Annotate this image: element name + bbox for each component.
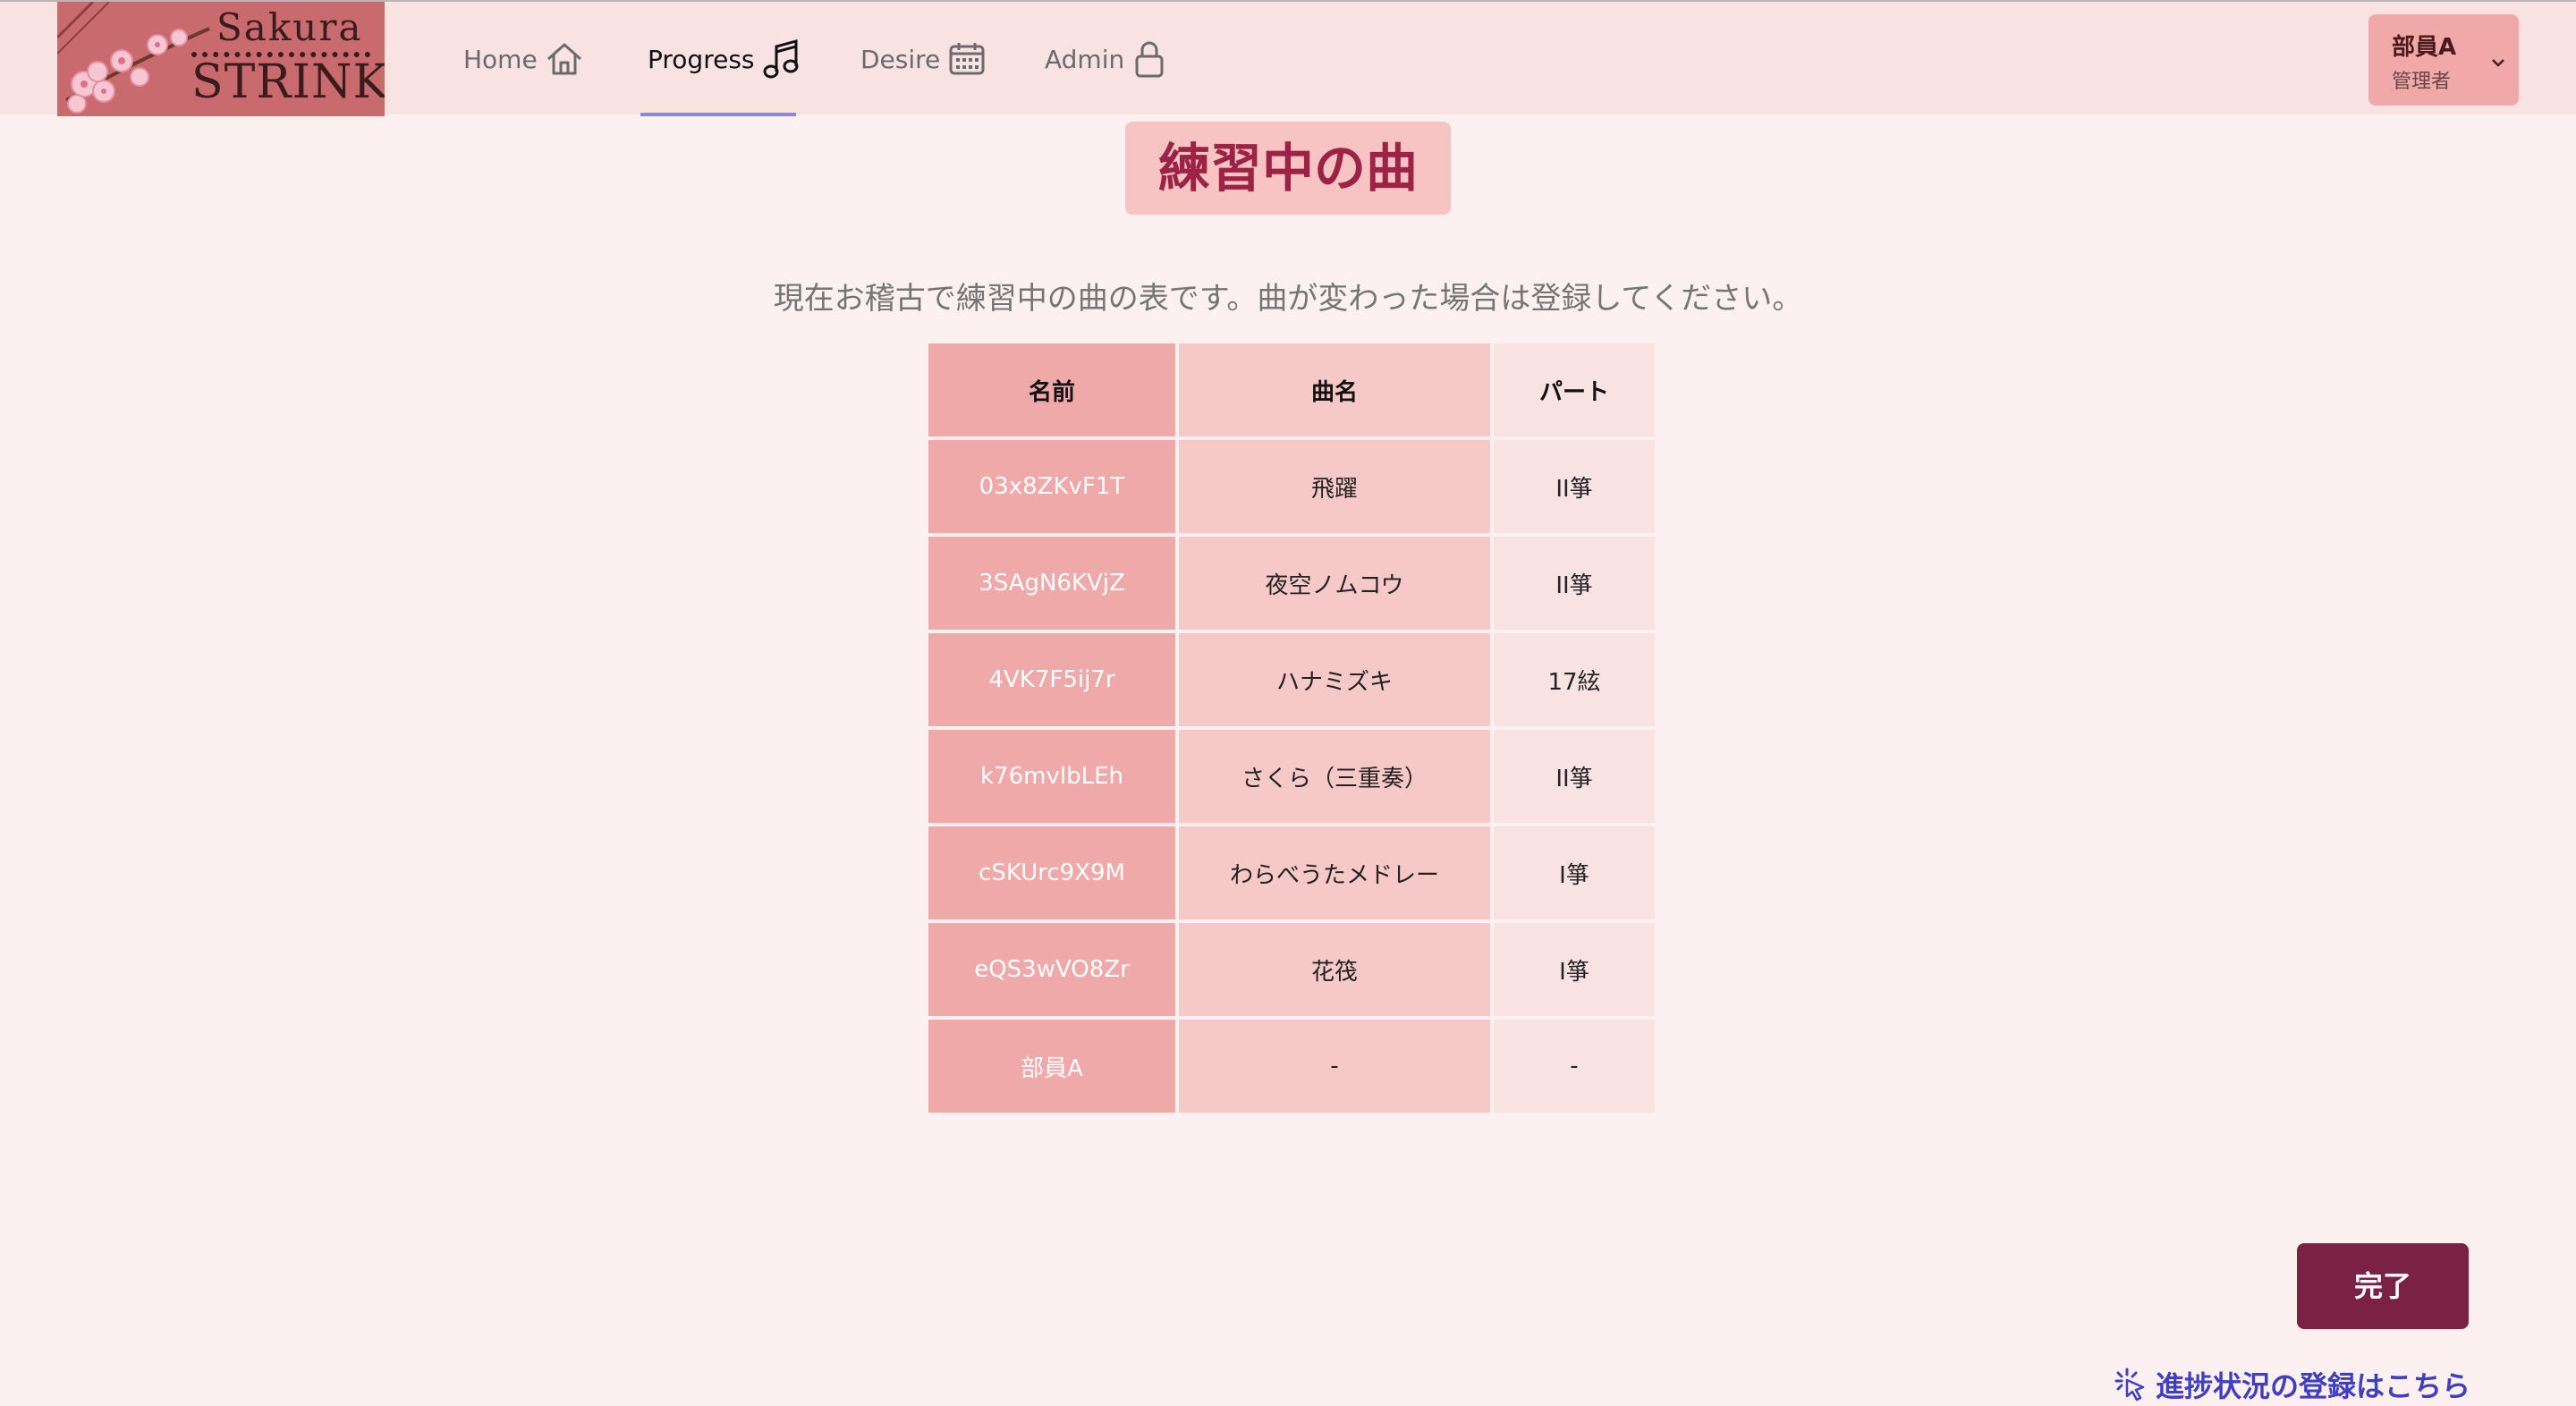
top-navbar: Sakura STRINKS Home Progress Desire — [0, 0, 2576, 116]
cell-song: 花筏 — [1179, 923, 1490, 1016]
nav-progress-label: Progress — [648, 44, 755, 74]
table-row: 03x8ZKvF1T 飛躍 II箏 — [928, 440, 1655, 533]
table-header-row: 名前 曲名 パート — [928, 343, 1655, 436]
music-note-icon — [763, 39, 798, 79]
nav-desire[interactable]: Desire — [860, 2, 987, 116]
cell-song: 飛躍 — [1179, 440, 1490, 533]
logo-text-sakura: Sakura — [216, 5, 363, 49]
table-row: eQS3wVO8Zr 花筏 I箏 — [928, 923, 1655, 1016]
cell-part: II箏 — [1494, 730, 1655, 823]
table-row: 部員A - - — [928, 1020, 1655, 1113]
app-logo[interactable]: Sakura STRINKS — [57, 2, 385, 116]
user-menu-button[interactable]: 部員A 管理者 — [2368, 14, 2519, 106]
page-description: 現在お稽古で練習中の曲の表です。曲が変わった場合は登録してください。 — [773, 281, 1803, 317]
calendar-icon — [949, 43, 985, 75]
cell-song: ハナミズキ — [1179, 633, 1490, 726]
cell-song: - — [1179, 1020, 1490, 1113]
cell-name: 3SAgN6KVjZ — [928, 537, 1175, 630]
cell-name: cSKUrc9X9M — [928, 826, 1175, 919]
cell-name: 4VK7F5ij7r — [928, 633, 1175, 726]
nav-desire-label: Desire — [860, 44, 941, 74]
register-progress-label: 進捗状況の登録はこちら — [2156, 1369, 2471, 1403]
column-header-part: パート — [1494, 343, 1655, 436]
practice-songs-table: 名前 曲名 パート 03x8ZKvF1T 飛躍 II箏 3SAgN6KVjZ 夜… — [925, 340, 1658, 1116]
cell-part: 17絃 — [1494, 633, 1655, 726]
cell-part: I箏 — [1494, 923, 1655, 1016]
table-row: cSKUrc9X9M わらべうたメドレー I箏 — [928, 826, 1655, 919]
done-button[interactable]: 完了 — [2297, 1243, 2469, 1329]
lock-icon — [1135, 41, 1164, 78]
register-progress-link[interactable]: 進捗状況の登録はこちら — [2114, 1363, 2470, 1406]
chevron-down-icon — [2492, 59, 2504, 67]
column-header-name: 名前 — [928, 343, 1175, 436]
nav-home-label: Home — [463, 44, 538, 74]
table-row: 3SAgN6KVjZ 夜空ノムコウ II箏 — [928, 537, 1655, 630]
nav-home[interactable]: Home — [463, 2, 584, 116]
nav-progress[interactable]: Progress — [648, 2, 801, 116]
cell-part: II箏 — [1494, 537, 1655, 630]
cell-name: k76mvlbLEh — [928, 730, 1175, 823]
nav-admin-label: Admin — [1045, 44, 1125, 74]
cell-part: - — [1494, 1020, 1655, 1113]
cell-song: さくら（三重奏） — [1179, 730, 1490, 823]
click-cursor-icon — [2114, 1368, 2145, 1402]
user-role: 管理者 — [2392, 71, 2452, 93]
cell-name: 部員A — [928, 1020, 1175, 1113]
nav-admin[interactable]: Admin — [1045, 2, 1167, 116]
cell-name: 03x8ZKvF1T — [928, 440, 1175, 533]
nav-active-indicator — [640, 113, 796, 116]
home-icon — [547, 43, 581, 75]
cell-song: わらべうたメドレー — [1179, 826, 1490, 919]
cell-part: I箏 — [1494, 826, 1655, 919]
column-header-song: 曲名 — [1179, 343, 1490, 436]
logo-text-strinks: STRINKS — [191, 55, 385, 109]
table-row: 4VK7F5ij7r ハナミズキ 17絃 — [928, 633, 1655, 726]
cell-song: 夜空ノムコウ — [1179, 537, 1490, 630]
page-title: 練習中の曲 — [1125, 122, 1451, 215]
cell-name: eQS3wVO8Zr — [928, 923, 1175, 1016]
cell-part: II箏 — [1494, 440, 1655, 533]
table-row: k76mvlbLEh さくら（三重奏） II箏 — [928, 730, 1655, 823]
